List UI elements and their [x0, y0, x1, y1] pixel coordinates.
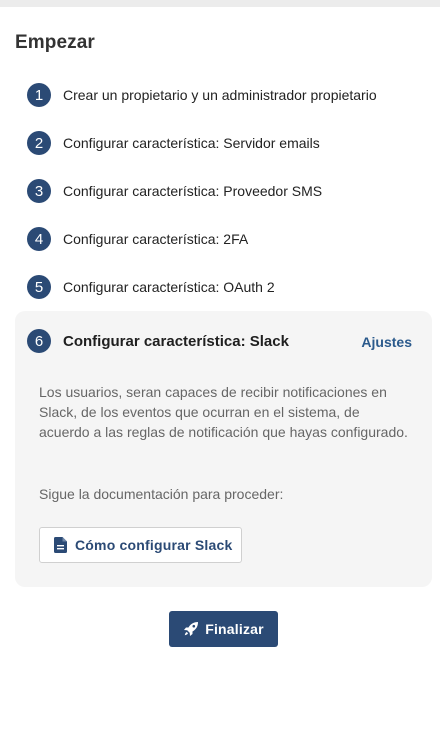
slack-docs-button-label: Cómo configurar Slack: [75, 537, 233, 553]
document-icon: [54, 537, 68, 553]
step-label: Configurar característica: OAuth 2: [63, 279, 275, 295]
getting-started-card: Empezar 1 Crear un propietario y un admi…: [0, 7, 440, 747]
page-title: Empezar: [15, 32, 95, 53]
step-number-badge: 1: [27, 83, 51, 107]
step-number-badge: 6: [27, 329, 51, 353]
rocket-icon: [183, 621, 199, 637]
active-step-title: Configurar característica: Slack: [63, 332, 289, 350]
step-label: Crear un propietario y un administrador …: [63, 87, 377, 103]
step-number-badge: 5: [27, 275, 51, 299]
step-1: 1 Crear un propietario y un administrado…: [27, 83, 377, 107]
step-description: Los usuarios, seran capaces de recibir n…: [39, 384, 408, 440]
step-number-badge: 3: [27, 179, 51, 203]
step-number-badge: 4: [27, 227, 51, 251]
step-label: Configurar característica: Proveedor SMS: [63, 183, 323, 199]
step-number-badge: 2: [27, 131, 51, 155]
step-4: 4 Configurar característica: 2FA: [27, 227, 248, 251]
active-step-header: 6 Configurar característica: Slack: [27, 329, 289, 353]
step-3: 3 Configurar característica: Proveedor S…: [27, 179, 322, 203]
step-2: 2 Configurar característica: Servidor em…: [27, 131, 320, 155]
slack-docs-button[interactable]: Cómo configurar Slack: [39, 527, 242, 563]
finish-button[interactable]: Finalizar: [169, 611, 278, 647]
step-label: Configurar característica: 2FA: [63, 231, 249, 247]
top-strip: [0, 0, 440, 7]
follow-docs-text: Sigue la documentación para proceder:: [39, 486, 284, 502]
finish-button-label: Finalizar: [205, 621, 264, 637]
active-step-panel: 6 Configurar característica: Slack Ajust…: [15, 311, 432, 587]
step-5: 5 Configurar característica: OAuth 2: [27, 275, 275, 299]
settings-link[interactable]: Ajustes: [361, 334, 412, 350]
step-label: Configurar característica: Servidor emai…: [63, 135, 320, 151]
